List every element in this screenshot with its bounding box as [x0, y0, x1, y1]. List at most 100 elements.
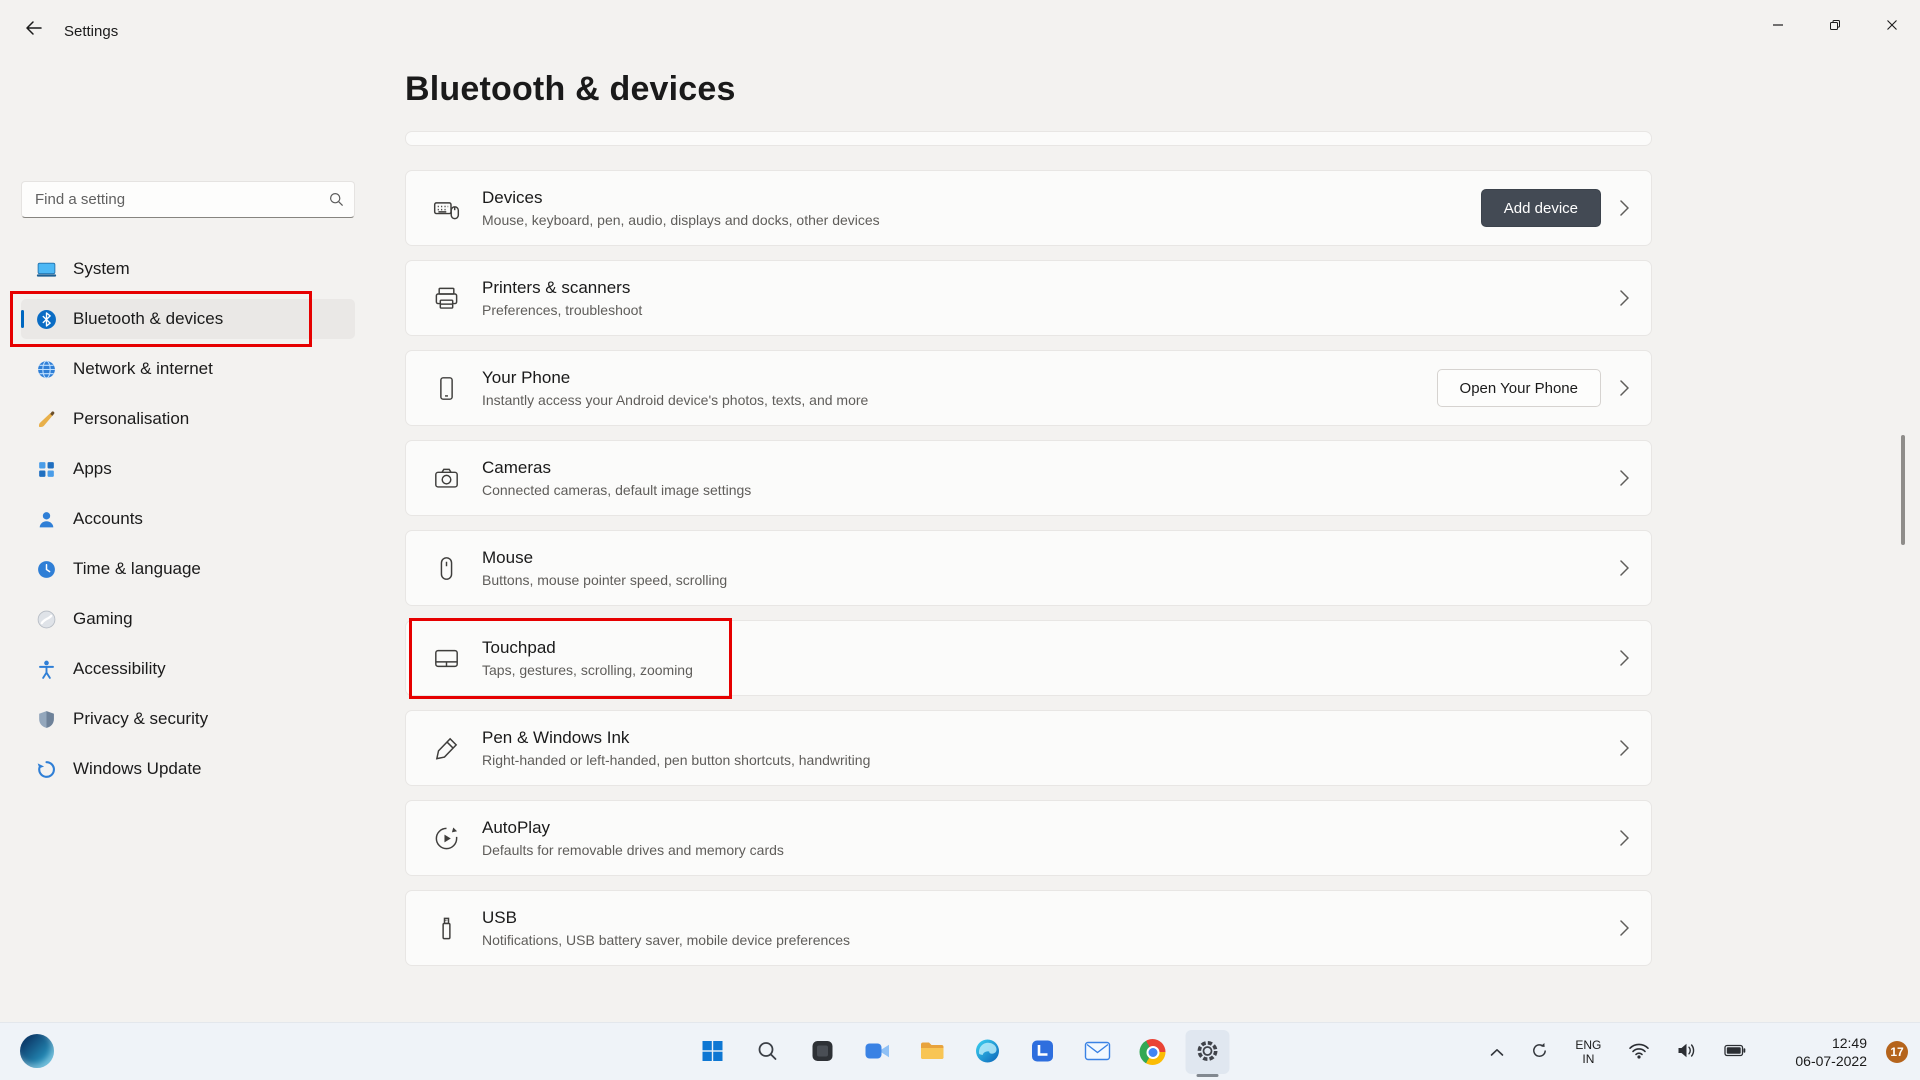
- sidebar-item-label: Apps: [73, 459, 112, 479]
- settings-row-cameras[interactable]: Cameras Connected cameras, default image…: [405, 440, 1652, 516]
- clock[interactable]: 12:49 06-07-2022: [1791, 1031, 1871, 1073]
- window-controls: [1749, 0, 1920, 52]
- chrome-button[interactable]: [1131, 1030, 1175, 1074]
- settings-window: Settings System Bluetooth & devices: [0, 0, 1920, 1080]
- settings-rows: Devices Mouse, keyboard, pen, audio, dis…: [405, 170, 1652, 966]
- chat-button[interactable]: [856, 1030, 900, 1074]
- page-title: Bluetooth & devices: [405, 70, 736, 109]
- settings-app-button[interactable]: [1186, 1030, 1230, 1074]
- sidebar-item-time-language[interactable]: Time & language: [21, 549, 355, 589]
- sidebar-item-gaming[interactable]: Gaming: [21, 599, 355, 639]
- folder-icon: [920, 1040, 946, 1065]
- scrollbar-thumb[interactable]: [1901, 435, 1905, 545]
- settings-row-usb[interactable]: USB Notifications, USB battery saver, mo…: [405, 890, 1652, 966]
- row-subtitle: Notifications, USB battery saver, mobile…: [482, 932, 850, 948]
- mouse-icon: [432, 555, 460, 582]
- open-your-phone-button[interactable]: Open Your Phone: [1437, 369, 1601, 407]
- tray-overflow-button[interactable]: [1484, 1039, 1510, 1066]
- time-text: 12:49: [1795, 1034, 1867, 1052]
- edge-button[interactable]: [966, 1030, 1010, 1074]
- settings-row-printers-scanners[interactable]: Printers & scanners Preferences, trouble…: [405, 260, 1652, 336]
- sidebar-item-label: Time & language: [73, 559, 201, 579]
- sidebar-item-network-internet[interactable]: Network & internet: [21, 349, 355, 389]
- chevron-right-icon: [1619, 559, 1629, 577]
- chrome-icon: [1140, 1039, 1166, 1065]
- devices-icon: [432, 195, 460, 222]
- row-subtitle: Instantly access your Android device's p…: [482, 392, 868, 408]
- row-title: Devices: [482, 188, 880, 208]
- pen-icon: [432, 735, 460, 762]
- sidebar-item-privacy-security[interactable]: Privacy & security: [21, 699, 355, 739]
- search-box: [21, 181, 355, 218]
- sidebar-item-label: Gaming: [73, 609, 133, 629]
- phone-icon: [432, 375, 460, 402]
- settings-row-pen-windows-ink[interactable]: Pen & Windows Ink Right-handed or left-h…: [405, 710, 1652, 786]
- settings-row-autoplay[interactable]: AutoPlay Defaults for removable drives a…: [405, 800, 1652, 876]
- browser-logo-icon[interactable]: [20, 1034, 54, 1068]
- taskbar-search-button[interactable]: [746, 1030, 790, 1074]
- sync-icon: [1531, 1042, 1548, 1062]
- windows-update-icon: [35, 758, 57, 780]
- settings-row-mouse[interactable]: Mouse Buttons, mouse pointer speed, scro…: [405, 530, 1652, 606]
- taskbar-center: [691, 1030, 1230, 1074]
- task-view-button[interactable]: [801, 1030, 845, 1074]
- sidebar-item-label: Accessibility: [73, 659, 166, 679]
- privacy-icon: [35, 708, 57, 730]
- close-button[interactable]: [1863, 0, 1920, 52]
- chevron-right-icon: [1619, 739, 1629, 757]
- start-button[interactable]: [691, 1030, 735, 1074]
- sidebar-item-label: Windows Update: [73, 759, 202, 779]
- sidebar-item-label: System: [73, 259, 130, 279]
- settings-row-touchpad[interactable]: Touchpad Taps, gestures, scrolling, zoom…: [405, 620, 1652, 696]
- chat-video-icon: [865, 1040, 891, 1065]
- notification-count-badge: 17: [1886, 1041, 1908, 1063]
- chevron-right-icon: [1619, 379, 1629, 397]
- accessibility-icon: [35, 658, 57, 680]
- add-device-button[interactable]: Add device: [1481, 189, 1601, 227]
- wifi-icon: [1628, 1042, 1650, 1062]
- sidebar-nav: System Bluetooth & devices Network & int…: [21, 249, 355, 789]
- sidebar-item-label: Privacy & security: [73, 709, 208, 729]
- chevron-right-icon: [1619, 919, 1629, 937]
- printer-icon: [432, 285, 460, 312]
- camera-icon: [432, 465, 460, 492]
- gaming-icon: [35, 608, 57, 630]
- settings-row-devices[interactable]: Devices Mouse, keyboard, pen, audio, dis…: [405, 170, 1652, 246]
- task-view-icon: [811, 1039, 835, 1066]
- volume-tray-button[interactable]: [1671, 1036, 1703, 1068]
- back-button[interactable]: [14, 12, 54, 46]
- sidebar-item-label: Personalisation: [73, 409, 189, 429]
- speaker-icon: [1677, 1042, 1697, 1062]
- settings-row-your-phone[interactable]: Your Phone Instantly access your Android…: [405, 350, 1652, 426]
- settings-row-partial[interactable]: [405, 131, 1652, 146]
- sidebar-item-windows-update[interactable]: Windows Update: [21, 749, 355, 789]
- minimize-button[interactable]: [1749, 0, 1806, 52]
- autoplay-icon: [432, 825, 460, 852]
- apps-icon: [35, 458, 57, 480]
- chevron-right-icon: [1619, 469, 1629, 487]
- sidebar-item-system[interactable]: System: [21, 249, 355, 289]
- sync-tray-button[interactable]: [1525, 1036, 1554, 1068]
- file-explorer-button[interactable]: [911, 1030, 955, 1074]
- row-title: Cameras: [482, 458, 751, 478]
- blue-app-button[interactable]: [1021, 1030, 1065, 1074]
- titlebar: Settings: [0, 0, 1920, 60]
- time-language-icon: [35, 558, 57, 580]
- row-subtitle: Preferences, troubleshoot: [482, 302, 642, 318]
- language-indicator[interactable]: ENG IN: [1569, 1034, 1607, 1070]
- close-icon: [1886, 19, 1898, 34]
- sidebar-item-accounts[interactable]: Accounts: [21, 499, 355, 539]
- sidebar-item-label: Bluetooth & devices: [73, 309, 223, 329]
- sidebar-item-apps[interactable]: Apps: [21, 449, 355, 489]
- sidebar-item-bluetooth-devices[interactable]: Bluetooth & devices: [21, 299, 355, 339]
- sidebar-item-accessibility[interactable]: Accessibility: [21, 649, 355, 689]
- row-subtitle: Connected cameras, default image setting…: [482, 482, 751, 498]
- back-arrow-icon: [25, 20, 43, 39]
- sidebar-item-personalisation[interactable]: Personalisation: [21, 399, 355, 439]
- mail-button[interactable]: [1076, 1030, 1120, 1074]
- restore-button[interactable]: [1806, 0, 1863, 52]
- search-input[interactable]: [21, 181, 355, 218]
- sidebar-item-label: Network & internet: [73, 359, 213, 379]
- wifi-tray-button[interactable]: [1622, 1036, 1656, 1068]
- battery-tray-button[interactable]: [1718, 1038, 1752, 1066]
